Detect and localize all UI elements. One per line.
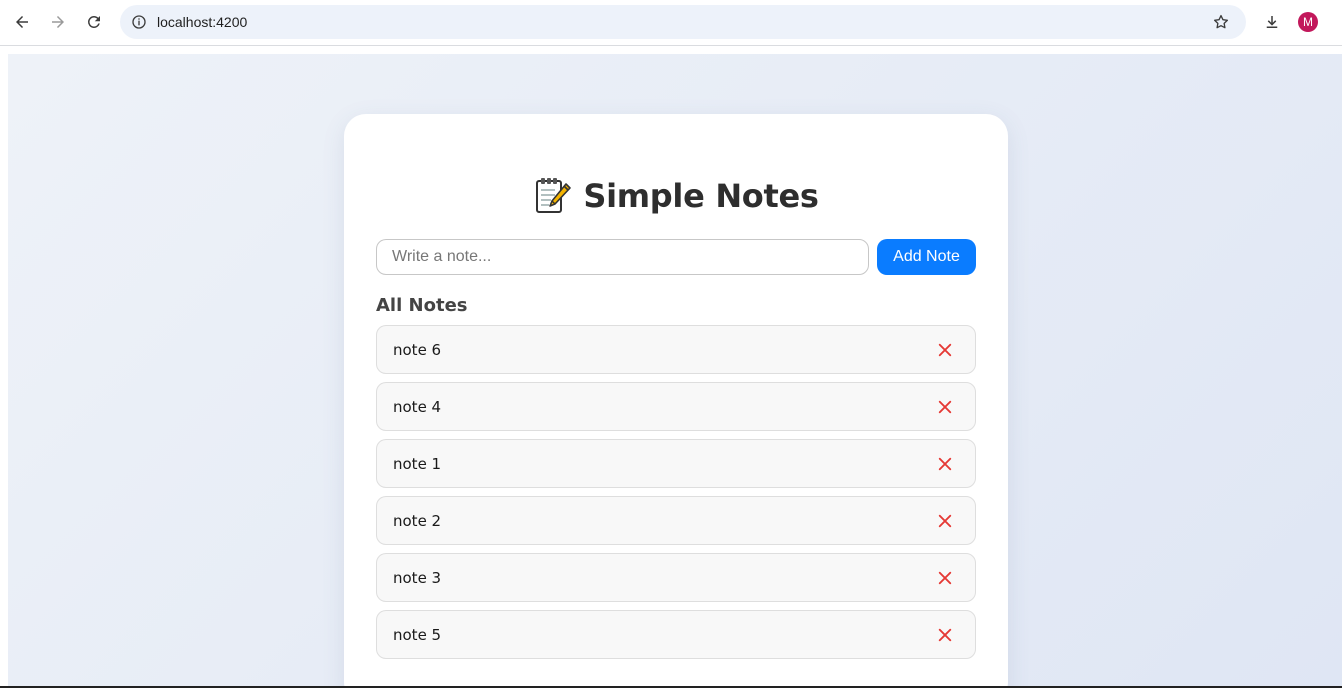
page-title: Simple Notes: [344, 176, 1008, 216]
arrow-right-icon: [52, 16, 64, 28]
browser-toolbar: localhost:4200 M: [0, 0, 1342, 46]
note-input[interactable]: [376, 239, 869, 275]
list-item: note 3: [376, 553, 976, 602]
list-item: note 5: [376, 610, 976, 659]
note-text: note 5: [393, 626, 442, 644]
delete-note-button[interactable]: [937, 627, 953, 643]
close-icon: [938, 628, 952, 642]
arrow-left-icon: [16, 16, 28, 28]
page-viewport: Simple Notes Add Note All Notes note 6 n…: [8, 54, 1342, 688]
notes-heading: All Notes: [376, 295, 468, 316]
list-item: note 2: [376, 496, 976, 545]
app-title: Simple Notes: [583, 177, 819, 215]
delete-note-button[interactable]: [937, 513, 953, 529]
url-text[interactable]: localhost:4200: [157, 14, 247, 30]
close-icon: [938, 571, 952, 585]
list-item: note 6: [376, 325, 976, 374]
memo-icon: [536, 178, 572, 213]
note-text: note 1: [393, 455, 442, 473]
site-info-icon[interactable]: [128, 11, 150, 33]
close-icon: [938, 514, 952, 528]
note-text: note 6: [393, 341, 442, 359]
delete-note-button[interactable]: [937, 570, 953, 586]
delete-note-button[interactable]: [937, 342, 953, 358]
close-icon: [938, 343, 952, 357]
notes-list: note 6 note 4 note 1 note 2 note 3 note …: [376, 325, 976, 667]
list-item: note 1: [376, 439, 976, 488]
address-bar[interactable]: localhost:4200: [120, 5, 1246, 39]
note-text: note 4: [393, 398, 442, 416]
forward-button[interactable]: [43, 7, 73, 37]
list-item: note 4: [376, 382, 976, 431]
note-text: note 2: [393, 512, 442, 530]
notes-card: Simple Notes Add Note All Notes note 6 n…: [344, 114, 1008, 688]
reload-button[interactable]: [79, 7, 109, 37]
add-note-button[interactable]: Add Note: [877, 239, 976, 275]
download-icon: [1266, 16, 1278, 28]
delete-note-button[interactable]: [937, 399, 953, 415]
reload-icon: [87, 15, 100, 28]
back-button[interactable]: [7, 7, 37, 37]
bookmark-star-icon[interactable]: [1210, 11, 1232, 33]
delete-note-button[interactable]: [937, 456, 953, 472]
profile-avatar[interactable]: M: [1298, 12, 1318, 32]
note-text: note 3: [393, 569, 442, 587]
downloads-button[interactable]: [1257, 7, 1287, 37]
close-icon: [938, 400, 952, 414]
close-icon: [938, 457, 952, 471]
